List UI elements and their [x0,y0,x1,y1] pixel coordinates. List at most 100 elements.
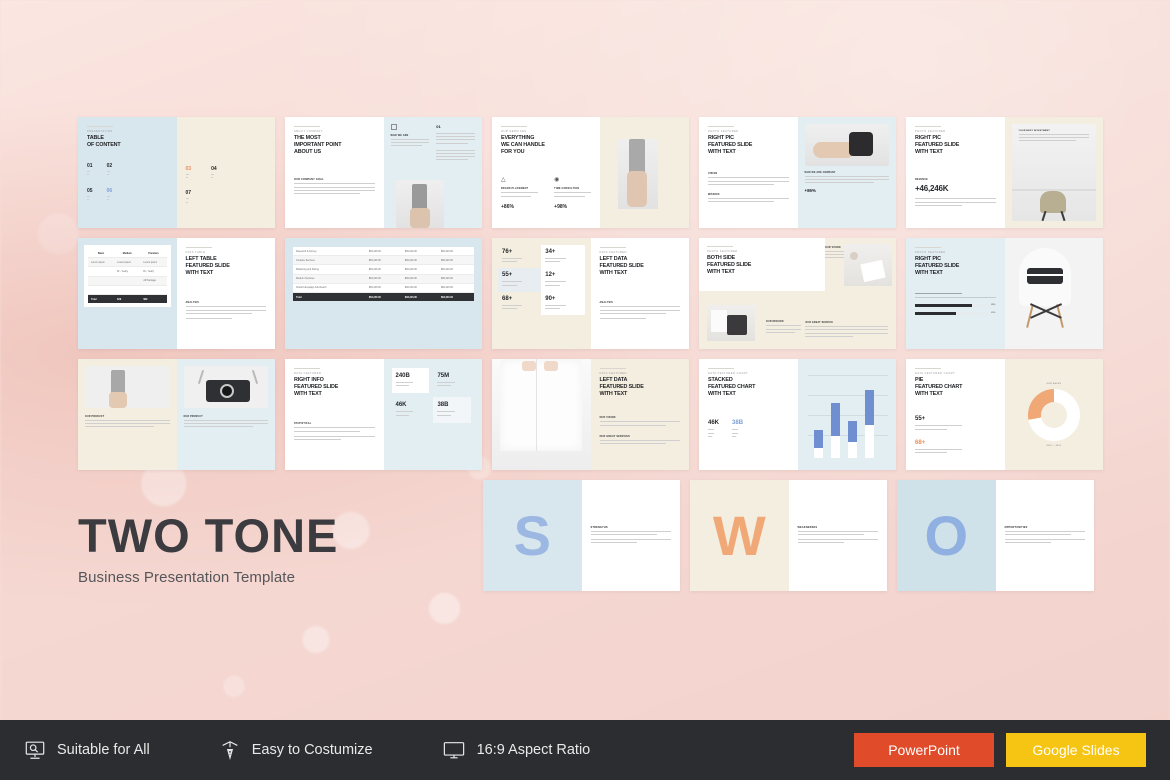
table-total-row: Total $84,246.00 $84,246.00 $84,246.00 [293,292,474,302]
bar-group [813,386,823,458]
stat-label: Brand Placement [501,187,529,191]
table-row: Bi - Yearly Bi - Yearly [88,266,167,277]
slide-right-pic-featured-a[interactable]: PHOTO FEATURED RIGHT PIC FEATURED SLIDE … [699,117,896,228]
slide-swot-o[interactable]: O Opportunities [897,480,1094,591]
stat-value: 38B [437,402,449,409]
swot-heading: Strengths [590,525,608,529]
stat-value: 55+ [502,272,513,279]
slide-title: EVERYTHING WE CAN HANDLE FOR YOU [501,135,545,156]
bar-group [864,386,874,458]
stat-value: +86% [804,188,816,194]
slide-kicker: ABOUT COMPANY [294,130,324,133]
google-slides-button[interactable]: Google Slides [1006,733,1146,767]
stat-value: 76+ [502,249,513,255]
slide-right-pic-featured-c[interactable]: PHOTO FEATURED RIGHT PIC FEATURED SLIDE … [906,117,1103,228]
slide-title: LEFT TABLE FEATURED SLIDE WITH TEXT [185,256,230,277]
table-row [88,285,167,295]
stat-label: Time Consultion [554,187,580,191]
slide-kicker: PHOTO FEATURED [915,251,946,254]
deck-row-4: S Strengths W Weaknesses O Opportunities [483,480,1094,591]
feature-label: 16:9 Aspect Ratio [476,742,591,758]
stat-value: 240B [395,373,410,379]
slide-kicker: PRESENTATION [87,130,113,133]
slide-stacked-featured-chart[interactable]: DATA FEATURED CHART STACKED FEATURED CHA… [699,359,896,470]
slide-kicker: DATA FEATURED CHART [708,372,749,375]
download-buttons: PowerPoint Google Slides [854,733,1146,767]
stat-value: 46K [708,420,720,427]
caption-label: Our Mission [765,321,784,324]
stat-value: +86% [501,203,514,210]
stat-value: 55+ [915,416,926,423]
slide-title: PIE FEATURED CHART WITH TEXT [915,377,963,398]
chart-title: Our Sales [1046,382,1062,385]
section-label: Our Great Services [599,434,630,438]
slide-kicker: DATA FEATURED [294,372,322,375]
slide-left-table-featured[interactable]: Basic Medium Premium Lorem ipsum Lorem i… [78,238,275,349]
table-row: Lorem ipsum Lorem ipsum Lorem ipsum [88,257,167,268]
caption-label: Your Best Investment [1018,130,1050,132]
body-label: Analysis [185,301,199,305]
slide-kicker: OUR SERVICES [501,130,527,133]
pen-nib-icon [219,739,241,761]
table-header: Medium [114,249,141,259]
stat-value: 75M [437,373,450,379]
swot-letter: O [924,503,969,567]
stat-value: 90+ [545,295,556,302]
slide-title: RIGHT PIC FEATURED SLIDE WITH TEXT [915,135,960,156]
slide-swot-w[interactable]: W Weaknesses [690,480,887,591]
slide-swot-s[interactable]: S Strengths [483,480,680,591]
slide-title: STACKED FEATURED CHART WITH TEXT [708,377,756,398]
slide-left-data-featured-b[interactable]: DATA FEATURED LEFT DATA FEATURED SLIDE W… [492,359,689,470]
slide-kicker: PHOTO FEATURED [708,130,739,133]
section-label: Mission [708,192,720,196]
globe-icon: ◉ [554,177,560,184]
deck-row-2: Basic Medium Premium Lorem ipsum Lorem i… [78,238,1103,349]
presentation-screen-icon [24,739,46,761]
table-row: Marketing and Paring $84,246.00 $84,246.00… [293,264,474,275]
table-row: Research & Survey $84,246.00 $84,246.00 $84… [293,247,474,257]
slide-title: BOTH SIDE FEATURED SLIDE WITH TEXT [707,255,752,276]
table-header: Basic [88,249,115,259]
monitor-icon [442,739,466,761]
page-subtitle: Business Presentation Template [78,569,296,586]
deck-row-1: PRESENTATION TABLE OF CONTENT 01 02 05 0… [78,117,1103,228]
slide-right-pic-featured-d[interactable]: PHOTO FEATURED RIGHT PIC FEATURED SLIDE … [906,238,1103,349]
caption-label: Our Great Service [805,322,834,325]
feature-aspect-ratio: 16:9 Aspect Ratio [442,739,591,761]
slide-kicker: DATA FEATURED [599,372,627,375]
slide-everything-we-can-handle[interactable]: OUR SERVICES EVERYTHING WE CAN HANDLE FO… [492,117,689,228]
slide-title: RIGHT PIC FEATURED SLIDE WITH TEXT [708,135,753,156]
slide-title: LEFT DATA FEATURED SLIDE WITH TEXT [599,377,644,398]
slide-full-table[interactable]: Research & Survey $84,246.00 $84,246.00 $84… [285,238,482,349]
slide-kicker: DATA FEATURED [599,251,627,254]
toc-number: 04 [211,166,217,172]
slide-title: TABLE OF CONTENT [87,135,121,149]
badge: 01 [436,124,441,129]
slide-two-photo-cream[interactable]: Our Product Our Product [78,359,275,470]
feature-label: Easy to Costumize [251,742,373,758]
slide-kicker: PHOTO FEATURED [915,130,946,133]
slide-most-important-point[interactable]: ABOUT COMPANY THE MOST IMPORTANT POINT A… [285,117,482,228]
slide-table-of-content[interactable]: PRESENTATION TABLE OF CONTENT 01 02 05 0… [78,117,275,228]
stat-value: 46K [395,402,407,409]
section-label: Vision [708,172,718,176]
stacked-bar-chart [797,359,896,470]
slide-both-side-featured[interactable]: PHOTO FEATURED BOTH SIDE FEATURED SLIDE … [699,238,896,349]
swot-letter: S [513,503,551,567]
page-title: TWO TONE [78,509,339,562]
slide-left-data-featured-a[interactable]: 76+ 34+ 55+ 12+ 68+ 90+ DATA FEATURED LE… [492,238,689,349]
sub-label: Who we are [390,134,409,137]
slide-pie-featured-chart[interactable]: DATA FEATURED CHART PIE FEATURED CHART W… [906,359,1103,470]
body-label: Analysis [599,301,613,305]
caption-label: Who We Are Company [804,172,836,174]
slide-right-info-featured[interactable]: DATA FEATURED RIGHT INFO FEATURED SLIDE … [285,359,482,470]
progress-value: 88% [991,304,996,307]
chart-icon: △ [501,177,506,184]
toc-number: 07 [185,190,192,197]
slide-title: THE MOST IMPORTANT POINT ABOUT US [294,135,342,156]
powerpoint-button[interactable]: PowerPoint [854,733,994,767]
table-row: Social Campaign Ads Reach $84,246.00 $84,2… [293,283,474,293]
donut-chart: Our Sales 2018 — 2019 [1004,359,1103,470]
feature-easy-to-customize: Easy to Costumize [219,739,373,761]
stat-value: 38B [732,420,744,427]
